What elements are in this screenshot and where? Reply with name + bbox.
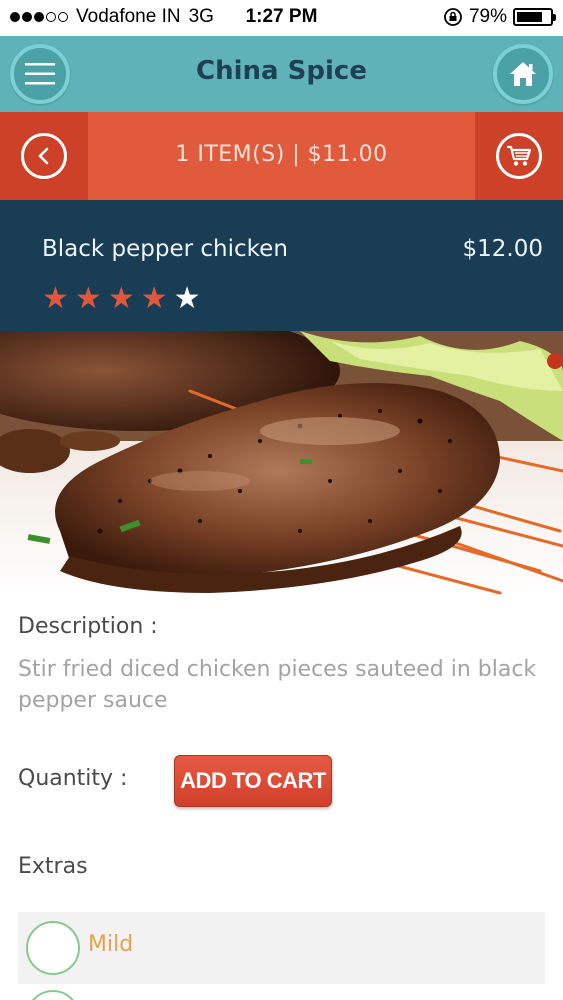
signal-dot [22,12,32,22]
network-type: 3G [188,6,214,27]
battery-percent: 79% [468,6,507,27]
extra-radio-button[interactable] [26,990,80,1000]
signal-dot [10,12,20,22]
signal-dot [58,12,68,22]
app-title: China Spice [196,56,367,86]
battery-level [517,12,543,22]
cart-bar: 1 ITEM(S) | $11.00 [0,112,563,200]
status-left: Vodafone IN 3G [10,6,214,28]
quantity-label: Quantity : [18,766,128,791]
description-label: Description : [18,614,158,639]
carrier-name: Vodafone IN [76,6,181,27]
star-icon: ★ [42,281,69,316]
star-icon: ★ [107,281,135,316]
signal-strength-icon [10,12,68,22]
battery-icon [513,8,556,26]
food-photo-image [0,331,563,595]
app-header: China Spice [0,36,563,112]
status-right: 79% [443,6,556,28]
star-icon: ★ [173,281,201,316]
cart-button[interactable] [475,112,563,200]
extra-option-row[interactable]: Mild [18,912,545,984]
home-icon [510,62,536,86]
item-header: Black pepper chicken $12.00 ★ ★ ★ ★ ★ [0,200,563,331]
add-to-cart-button[interactable]: ADD TO CART [174,755,332,807]
item-price: $12.00 [462,236,543,262]
item-name: Black pepper chicken [42,236,288,262]
home-button[interactable] [493,44,553,104]
cart-circle [496,133,542,179]
description-text: Stir fried diced chicken pieces sauteed … [18,657,537,713]
extras-label: Extras [18,854,88,879]
back-button[interactable] [0,112,88,200]
back-circle [21,133,67,179]
rotation-lock-icon [444,8,462,26]
extra-option-label: Mild [88,932,134,957]
signal-dot [34,12,44,22]
chevron-left-icon [38,147,49,165]
star-icon: ★ [140,281,168,316]
shopping-cart-icon [507,145,532,166]
cart-summary[interactable]: 1 ITEM(S) | $11.00 [88,142,475,167]
star-icon: ★ [74,281,102,316]
status-bar: Vodafone IN 3G 1:27 PM 79% [0,0,563,36]
signal-dot [46,12,56,22]
star-rating: ★ ★ ★ ★ ★ [42,284,201,314]
food-photo [0,331,563,595]
extra-radio-button[interactable] [26,921,80,975]
